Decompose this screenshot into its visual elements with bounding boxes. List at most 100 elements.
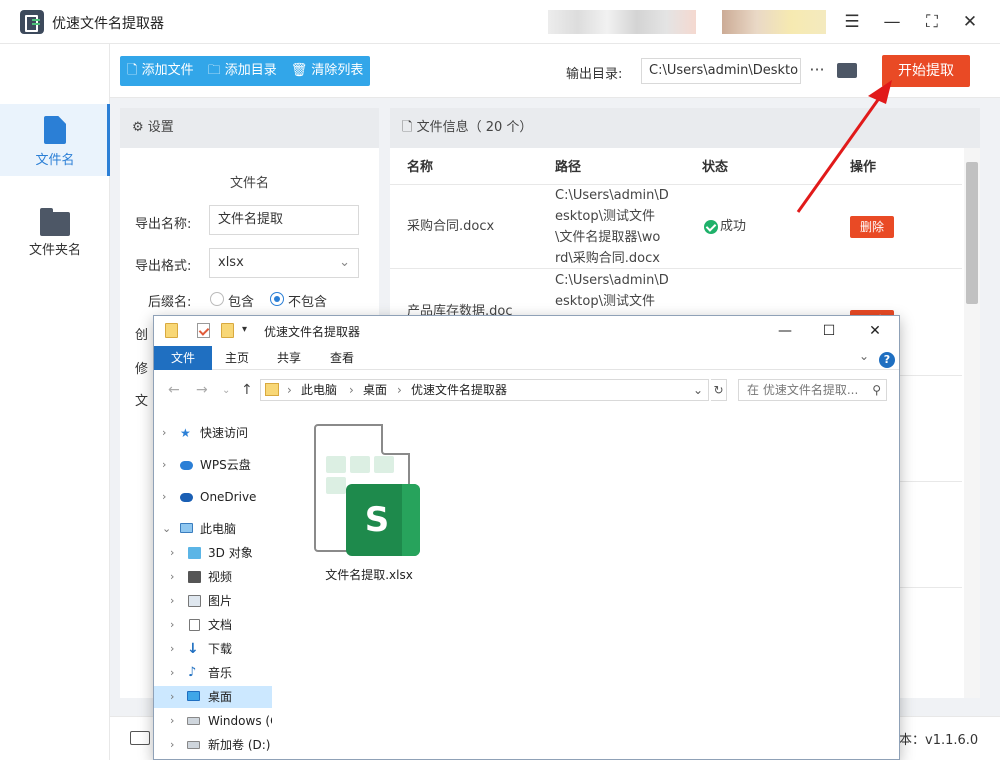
tab-home[interactable]: 主页 (212, 346, 262, 370)
nav-item-windows-c[interactable]: › Windows (C (154, 710, 272, 732)
chevron-down-icon[interactable]: ⌄ (162, 518, 171, 540)
chevron-right-icon[interactable]: › (162, 422, 166, 444)
nav-item-downloads[interactable]: › ↓ 下载 (154, 638, 272, 660)
scrollbar[interactable] (964, 148, 980, 698)
explorer-minimize-button[interactable]: — (774, 320, 796, 342)
settings-header: ⚙ 设置 (120, 108, 379, 148)
nav-item-quick-access[interactable]: › ★ 快速访问 (154, 422, 272, 444)
nav-item-label: 视频 (208, 570, 233, 584)
chevron-right-icon[interactable]: › (170, 638, 174, 660)
navigation-pane: › ★ 快速访问 › WPS云盘 › OneDrive ⌄ 此电脑 › 3D 对… (154, 408, 272, 759)
search-placeholder: 在 优速文件名提取... (747, 383, 859, 397)
column-header-name: 名称 (407, 160, 434, 175)
chevron-right-icon[interactable]: › (170, 662, 174, 684)
nav-item-desktop[interactable]: › 桌面 (154, 686, 272, 708)
tab-share[interactable]: 共享 (264, 346, 314, 370)
explorer-close-button[interactable]: ✕ (864, 320, 886, 342)
properties-icon[interactable] (197, 323, 210, 338)
file-option-label-partial: 文 (135, 394, 149, 409)
expand-ribbon-icon[interactable]: ⌄ (859, 349, 869, 363)
folder-icon (165, 323, 178, 338)
tab-file[interactable]: 文件 (154, 346, 212, 370)
chevron-right-icon[interactable]: › (162, 486, 166, 508)
export-name-label: 导出名称: (135, 217, 192, 232)
path-line: C:\Users\admin\D (555, 273, 669, 288)
drive-icon (187, 741, 200, 749)
sidebar-item-foldername[interactable]: 文件夹名 (0, 194, 110, 266)
nav-item-pictures[interactable]: › 图片 (154, 590, 272, 612)
path-line: \文件名提取器\wo (555, 230, 661, 245)
success-check-icon (704, 220, 718, 234)
chevron-right-icon[interactable]: › (170, 614, 174, 636)
suffix-include-radio[interactable] (210, 292, 224, 306)
add-file-button[interactable]: 🗋 添加文件 (120, 56, 201, 86)
tab-view[interactable]: 查看 (317, 346, 367, 370)
recent-locations-icon[interactable]: ⌄ (222, 385, 230, 396)
chevron-right-icon[interactable]: › (170, 542, 174, 564)
address-dropdown-icon[interactable]: ⌄ (693, 380, 703, 400)
table-row[interactable]: 采购合同.docx C:\Users\admin\D esktop\测试文件 \… (390, 184, 962, 269)
search-icon: ⚲ (872, 383, 881, 397)
keyboard-icon[interactable] (130, 731, 150, 745)
file-name-label[interactable]: 文件名提取.xlsx (299, 566, 439, 583)
start-extract-button[interactable]: 开始提取 (882, 55, 970, 87)
nav-item-this-pc[interactable]: ⌄ 此电脑 (154, 518, 272, 540)
suffix-exclude-label: 不包含 (288, 295, 328, 310)
up-arrow-icon[interactable]: ↑ (241, 382, 253, 398)
nav-item-documents[interactable]: › 文档 (154, 614, 272, 636)
document-icon (189, 619, 200, 631)
new-folder-icon[interactable] (221, 323, 234, 338)
nav-item-label: 此电脑 (200, 522, 237, 536)
close-button[interactable]: ✕ (958, 10, 982, 34)
add-directory-button[interactable]: 🗀 添加目录 (201, 56, 284, 86)
output-directory-field[interactable]: C:\Users\admin\Deskto (641, 58, 801, 84)
nav-item-videos[interactable]: › 视频 (154, 566, 272, 588)
explorer-maximize-button[interactable]: ☐ (818, 320, 840, 342)
column-header-status: 状态 (702, 160, 729, 175)
maximize-button[interactable]: ⛶ (920, 10, 944, 34)
explorer-content-area: S 文件名提取.xlsx (274, 408, 899, 759)
open-folder-icon[interactable] (837, 63, 857, 78)
nav-item-3d-objects[interactable]: › 3D 对象 (154, 542, 272, 564)
browse-more-button[interactable]: ··· (807, 58, 827, 84)
chevron-right-icon[interactable]: › (170, 590, 174, 612)
scrollbar-thumb[interactable] (966, 162, 978, 304)
help-icon[interactable]: ? (879, 352, 895, 368)
nav-item-wps-cloud[interactable]: › WPS云盘 (154, 454, 272, 476)
customize-toolbar-icon[interactable]: ▾ (242, 324, 247, 335)
chevron-right-icon[interactable]: › (170, 686, 174, 708)
minimize-button[interactable]: — (880, 10, 904, 34)
breadcrumb-current-folder[interactable]: 优速文件名提取器 (411, 380, 507, 400)
chevron-right-icon[interactable]: › (162, 454, 166, 476)
address-bar[interactable]: › 此电脑 › 桌面 › 优速文件名提取器 ⌄ (260, 379, 709, 401)
refresh-icon[interactable]: ↻ (711, 379, 727, 401)
search-input[interactable]: 在 优速文件名提取... ⚲ (738, 379, 887, 401)
breadcrumb-desktop[interactable]: 桌面 (363, 380, 387, 400)
clear-list-button[interactable]: 🗑 清除列表 (284, 56, 371, 86)
nav-item-music[interactable]: › ♪ 音乐 (154, 662, 272, 684)
export-format-label: 导出格式: (135, 259, 192, 274)
suffix-exclude-radio[interactable] (270, 292, 284, 306)
forward-arrow-icon[interactable]: → (196, 382, 208, 398)
star-icon: ★ (180, 426, 191, 440)
export-name-input[interactable]: 文件名提取 (209, 205, 359, 235)
grid-cell-icon (350, 456, 370, 473)
computer-icon (180, 523, 193, 533)
back-arrow-icon[interactable]: ← (168, 382, 180, 398)
export-format-select[interactable]: xlsx ⌄ (209, 248, 359, 278)
menu-icon[interactable]: ☰ (840, 10, 864, 34)
nav-item-new-volume-d[interactable]: › 新加卷 (D:) (154, 734, 272, 756)
breadcrumb-this-pc[interactable]: 此电脑 (301, 380, 337, 400)
chevron-right-icon[interactable]: › (170, 710, 174, 732)
toolbar: 🗋 添加文件 🗀 添加目录 🗑 清除列表 输出目录: C:\Users\admi… (110, 44, 1000, 98)
path-line: esktop\测试文件 (555, 294, 655, 309)
nav-item-onedrive[interactable]: › OneDrive (154, 486, 272, 508)
picture-icon (188, 595, 201, 607)
onedrive-icon (180, 493, 193, 502)
chevron-right-icon[interactable]: › (170, 566, 174, 588)
delete-button[interactable]: 删除 (850, 216, 894, 238)
file-item-xlsx[interactable]: S (314, 424, 422, 566)
explorer-window: ▾ 优速文件名提取器 — ☐ ✕ 文件 主页 共享 查看 ⌄ ? ← → ⌄ ↑… (153, 315, 900, 760)
sidebar-item-filename[interactable]: 文件名 (0, 104, 110, 176)
chevron-right-icon[interactable]: › (170, 734, 174, 756)
